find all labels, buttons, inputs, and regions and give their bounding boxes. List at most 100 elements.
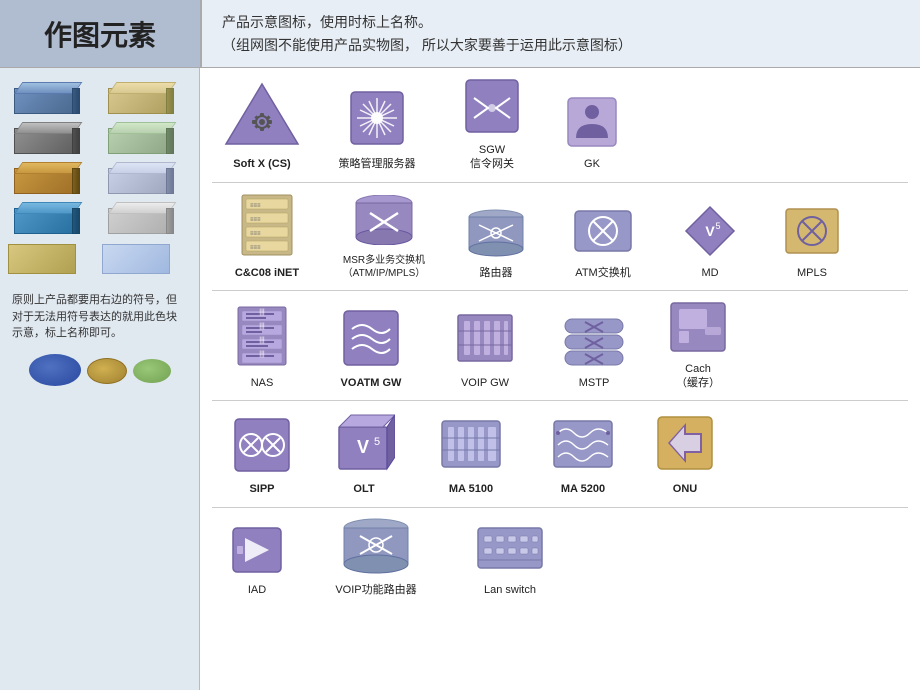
sgw-icon <box>464 78 520 139</box>
iad-label: IAD <box>248 583 266 597</box>
cc08-label: C&C08 iNET <box>235 266 299 280</box>
gk-icon <box>566 96 618 153</box>
divider-2 <box>212 290 908 291</box>
atm-icon <box>573 205 633 262</box>
oval-green <box>133 359 171 383</box>
icon-row-4: SIPP V 5 OLT <box>212 411 908 496</box>
sidebar: 原则上产品都要用右边的符号，但对于无法用符号表达的就用此色块示意，标上名称即可。 <box>0 68 200 690</box>
color-block-6 <box>102 158 174 194</box>
icon-onu: ONU <box>640 413 730 496</box>
ma5200-icon <box>552 415 614 478</box>
voatm-icon <box>342 309 400 372</box>
policy-server-icon <box>347 88 407 153</box>
icon-mstp: MSTP <box>544 315 644 390</box>
cach-icon <box>669 301 727 358</box>
svg-text:≡≡≡: ≡≡≡ <box>250 217 261 223</box>
header-desc-line2: （组网图不能使用产品实物图， 所以大家要善于运用此示意图标） <box>222 34 632 56</box>
icon-cach: Cach（缓存） <box>648 301 748 391</box>
icon-softx: Soft X (CS) <box>212 80 312 171</box>
ma5200-label: MA 5200 <box>561 482 605 496</box>
gk-label: GK <box>584 157 600 171</box>
icon-voip-router: VOIP功能路由器 <box>306 518 446 597</box>
olt-icon: V 5 <box>333 411 395 478</box>
lan-switch-icon <box>476 522 544 579</box>
router-label: 路由器 <box>480 266 513 280</box>
header: 作图元素 产品示意图标，使用时标上名称。 （组网图不能使用产品实物图， 所以大家… <box>0 0 920 68</box>
softx-label: Soft X (CS) <box>233 157 290 171</box>
sgw-label: SGW信令网关 <box>470 143 514 172</box>
icon-lan-switch: Lan switch <box>450 522 570 597</box>
icon-gk: GK <box>542 96 642 171</box>
color-block-1 <box>8 78 80 114</box>
header-description: 产品示意图标，使用时标上名称。 （组网图不能使用产品实物图， 所以大家要善于运用… <box>200 0 920 67</box>
ma5100-label: MA 5100 <box>449 482 493 496</box>
main-container: 原则上产品都要用右边的符号，但对于无法用符号表达的就用此色块示意，标上名称即可。 <box>0 68 920 690</box>
color-block-3 <box>8 118 80 154</box>
svg-text:≡≡≡: ≡≡≡ <box>250 245 261 251</box>
sipp-icon <box>233 417 291 478</box>
nas-icon: ||| ||| ||| ||| <box>236 305 288 372</box>
iad-icon <box>231 526 283 579</box>
color-block-10 <box>102 238 174 274</box>
oval-blue <box>29 354 81 386</box>
policy-server-label: 策略管理服务器 <box>339 157 416 171</box>
md-icon: V 5 <box>684 205 736 262</box>
header-title-box: 作图元素 <box>0 0 200 67</box>
divider-4 <box>212 507 908 508</box>
divider-1 <box>212 182 908 183</box>
voip-gw-label: VOIP GW <box>461 376 509 390</box>
color-block-5 <box>8 158 80 194</box>
svg-text:V: V <box>705 223 715 239</box>
icon-policy-server: 策略管理服务器 <box>312 88 442 171</box>
page-title: 作图元素 <box>44 14 156 54</box>
icon-row-5: IAD VOIP功 <box>212 518 908 597</box>
svg-text:|||: ||| <box>259 323 265 330</box>
svg-text:≡≡≡: ≡≡≡ <box>250 203 261 209</box>
mpls-icon <box>784 205 840 262</box>
color-block-8 <box>102 198 174 234</box>
voatm-label: VOATM GW <box>341 376 402 390</box>
olt-label: OLT <box>353 482 374 496</box>
svg-text:5: 5 <box>715 221 720 231</box>
mpls-label: MPLS <box>797 266 827 280</box>
voip-router-icon <box>342 518 410 579</box>
svg-text:|||: ||| <box>259 351 265 358</box>
color-block-4 <box>102 118 174 154</box>
cc08-icon: ≡≡≡ ≡≡≡ ≡≡≡ ≡≡≡ <box>240 193 294 262</box>
nas-label: NAS <box>251 376 274 390</box>
color-blocks-grid <box>8 78 191 274</box>
icon-cc08: ≡≡≡ ≡≡≡ ≡≡≡ ≡≡≡ C&C08 iNET <box>212 193 322 280</box>
divider-3 <box>212 400 908 401</box>
svg-text:5: 5 <box>374 436 380 448</box>
voip-router-label: VOIP功能路由器 <box>335 583 416 597</box>
icon-md: V 5 MD <box>660 205 760 280</box>
icon-msr: MSR多业务交换机（ATM/IP/MPLS） <box>324 195 444 280</box>
oval-gold <box>87 358 127 384</box>
icon-iad: IAD <box>212 526 302 597</box>
lan-switch-label: Lan switch <box>484 583 536 597</box>
ma5100-icon <box>440 413 502 478</box>
onu-label: ONU <box>673 482 697 496</box>
msr-icon <box>354 195 414 250</box>
icon-row-1: Soft X (CS) <box>212 78 908 172</box>
icon-row-3: ||| ||| ||| ||| NAS <box>212 301 908 391</box>
icon-voip-gw: VOIP GW <box>430 309 540 390</box>
md-label: MD <box>701 266 718 280</box>
icon-row-2: ≡≡≡ ≡≡≡ ≡≡≡ ≡≡≡ C&C08 iNET <box>212 193 908 280</box>
svg-text:|||: ||| <box>259 337 265 344</box>
icon-sgw: SGW信令网关 <box>442 78 542 172</box>
softx-icon <box>222 80 302 153</box>
icon-olt: V 5 OLT <box>314 411 414 496</box>
icon-voatm: VOATM GW <box>316 309 426 390</box>
icon-ma5200: MA 5200 <box>528 415 638 496</box>
router-icon <box>467 209 525 262</box>
icon-sipp: SIPP <box>212 417 312 496</box>
icon-atm: ATM交换机 <box>548 205 658 280</box>
color-block-7 <box>8 198 80 234</box>
color-block-9 <box>8 238 80 274</box>
cach-label: Cach（缓存） <box>676 362 720 391</box>
sipp-label: SIPP <box>249 482 274 496</box>
atm-label: ATM交换机 <box>575 266 630 280</box>
icon-nas: ||| ||| ||| ||| NAS <box>212 305 312 390</box>
svg-text:V: V <box>357 437 369 457</box>
